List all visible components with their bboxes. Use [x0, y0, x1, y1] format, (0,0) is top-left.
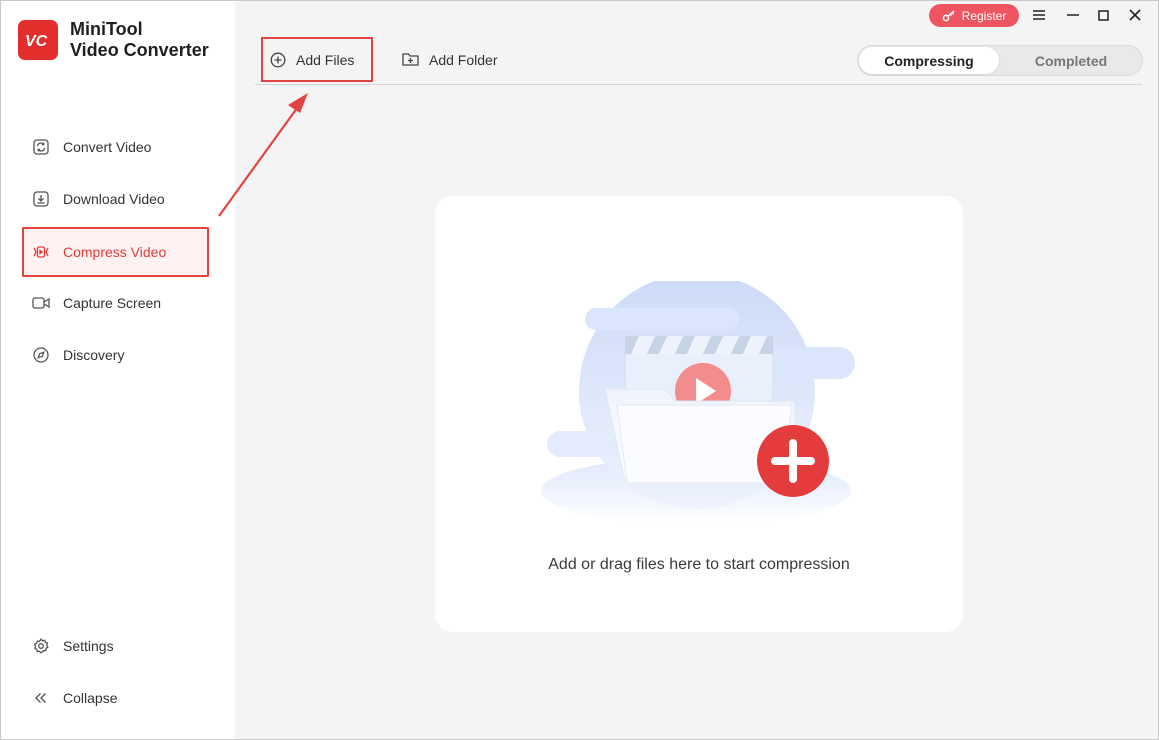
add-files-button[interactable]: Add Files: [261, 37, 373, 82]
sidebar-item-capture-screen[interactable]: Capture Screen: [22, 277, 209, 329]
sidebar-item-collapse[interactable]: Collapse: [22, 672, 209, 724]
compass-icon: [32, 346, 50, 364]
app-title-line2: Video Converter: [70, 40, 209, 60]
status-tabs: Compressing Completed: [857, 45, 1143, 76]
gear-icon: [32, 637, 50, 655]
hamburger-icon: [1033, 10, 1045, 20]
sidebar-nav: Convert Video Download Video Compress Vi…: [22, 121, 209, 381]
app-brand: VC MiniTool Video Converter: [18, 19, 209, 61]
plus-circle-icon: [270, 52, 286, 68]
sidebar-item-label: Discovery: [63, 347, 125, 363]
app-title: MiniTool Video Converter: [70, 19, 209, 61]
sidebar-item-label: Settings: [63, 638, 114, 654]
compress-icon: [32, 243, 50, 261]
tab-completed[interactable]: Completed: [1001, 47, 1141, 74]
close-button[interactable]: [1124, 5, 1146, 25]
folder-plus-icon: [402, 52, 419, 67]
sidebar-bottom: Settings Collapse: [22, 620, 209, 724]
minimize-icon: [1067, 14, 1079, 16]
add-folder-label: Add Folder: [429, 51, 498, 68]
sidebar-item-settings[interactable]: Settings: [22, 620, 209, 672]
sidebar-item-label: Convert Video: [63, 139, 152, 155]
tab-compressing[interactable]: Compressing: [859, 47, 999, 74]
sidebar-item-label: Compress Video: [63, 244, 167, 260]
close-icon: [1129, 9, 1141, 21]
sidebar-item-compress-video[interactable]: Compress Video: [22, 227, 209, 277]
toolbar: Add Files Add Folder Compressing Complet…: [255, 36, 1143, 85]
sidebar-item-convert-video[interactable]: Convert Video: [22, 121, 209, 173]
register-button[interactable]: Register: [929, 4, 1019, 27]
sidebar: VC MiniTool Video Converter Convert Vide…: [0, 0, 235, 740]
svg-text:VC: VC: [25, 33, 48, 50]
add-folder-button[interactable]: Add Folder: [402, 37, 497, 82]
sidebar-item-label: Download Video: [63, 191, 165, 207]
sidebar-item-discovery[interactable]: Discovery: [22, 329, 209, 381]
dropzone-hint: Add or drag files here to start compress…: [548, 556, 850, 573]
minimize-button[interactable]: [1062, 5, 1084, 25]
add-video-illustration: [541, 281, 855, 525]
app-logo: VC: [18, 20, 58, 60]
sidebar-item-download-video[interactable]: Download Video: [22, 173, 209, 225]
file-dropzone[interactable]: Add or drag files here to start compress…: [435, 196, 963, 632]
menu-button[interactable]: [1028, 5, 1050, 25]
key-icon: [942, 9, 955, 21]
sidebar-item-label: Collapse: [63, 690, 118, 706]
register-label: Register: [961, 8, 1007, 23]
app-title-line1: MiniTool: [70, 19, 143, 39]
sidebar-item-label: Capture Screen: [63, 295, 162, 311]
download-icon: [32, 190, 50, 208]
add-files-label: Add Files: [296, 51, 355, 68]
maximize-button[interactable]: [1092, 5, 1114, 25]
double-chevron-left-icon: [32, 689, 50, 707]
refresh-icon: [32, 138, 50, 156]
maximize-icon: [1097, 9, 1109, 21]
camera-icon: [32, 294, 50, 312]
